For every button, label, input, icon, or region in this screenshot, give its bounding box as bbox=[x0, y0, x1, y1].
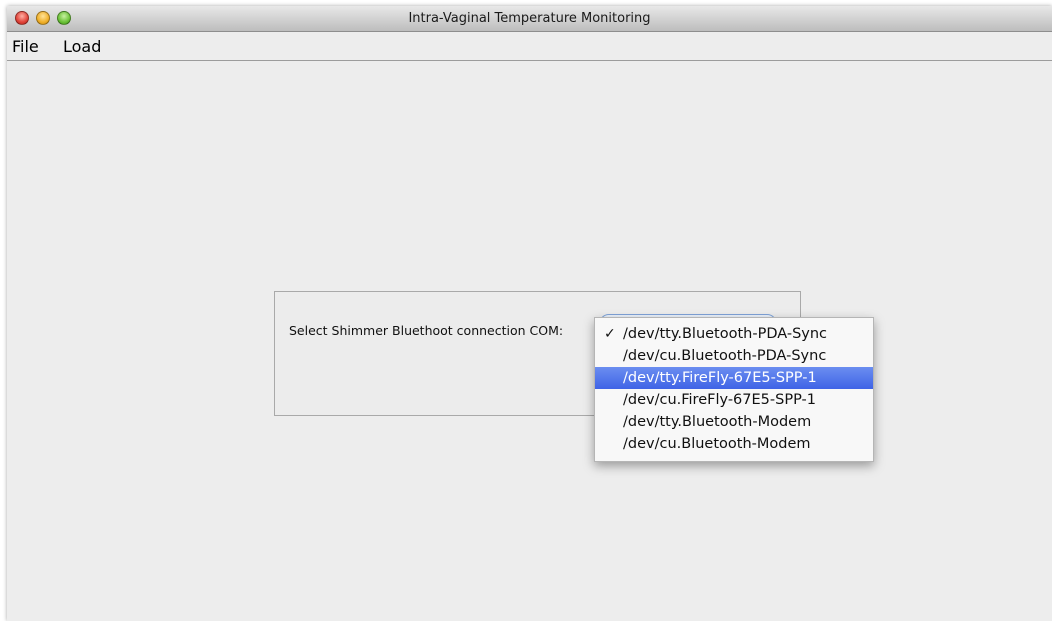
title-bar[interactable]: Intra-Vaginal Temperature Monitoring bbox=[7, 6, 1052, 32]
dropdown-option[interactable]: /dev/cu.FireFly-67E5-SPP-1 bbox=[595, 389, 873, 411]
com-port-dropdown-list: ✓ /dev/tty.Bluetooth-PDA-Sync /dev/cu.Bl… bbox=[594, 317, 874, 462]
option-label: /dev/tty.Bluetooth-Modem bbox=[623, 414, 812, 430]
option-label: /dev/tty.FireFly-67E5-SPP-1 bbox=[623, 370, 817, 386]
option-label: /dev/cu.Bluetooth-PDA-Sync bbox=[623, 348, 827, 364]
app-window: Intra-Vaginal Temperature Monitoring Fil… bbox=[7, 6, 1052, 621]
option-label: /dev/cu.FireFly-67E5-SPP-1 bbox=[623, 392, 816, 408]
dropdown-option[interactable]: /dev/tty.Bluetooth-Modem bbox=[595, 411, 873, 433]
dropdown-option[interactable]: /dev/cu.Bluetooth-PDA-Sync bbox=[595, 345, 873, 367]
com-select-label: Select Shimmer Bluethoot connection COM: bbox=[289, 323, 564, 338]
dropdown-option-highlighted[interactable]: /dev/tty.FireFly-67E5-SPP-1 bbox=[595, 367, 873, 389]
option-label: /dev/tty.Bluetooth-PDA-Sync bbox=[623, 326, 828, 342]
checkmark-icon: ✓ bbox=[604, 326, 616, 342]
option-label: /dev/cu.Bluetooth-Modem bbox=[623, 436, 811, 452]
window-title: Intra-Vaginal Temperature Monitoring bbox=[408, 11, 651, 26]
menu-bar: File Load bbox=[7, 32, 1052, 61]
dropdown-option[interactable]: /dev/cu.Bluetooth-Modem bbox=[595, 433, 873, 455]
menu-file[interactable]: File bbox=[12, 37, 39, 56]
menu-load[interactable]: Load bbox=[63, 37, 101, 56]
dropdown-option[interactable]: ✓ /dev/tty.Bluetooth-PDA-Sync bbox=[595, 323, 873, 345]
